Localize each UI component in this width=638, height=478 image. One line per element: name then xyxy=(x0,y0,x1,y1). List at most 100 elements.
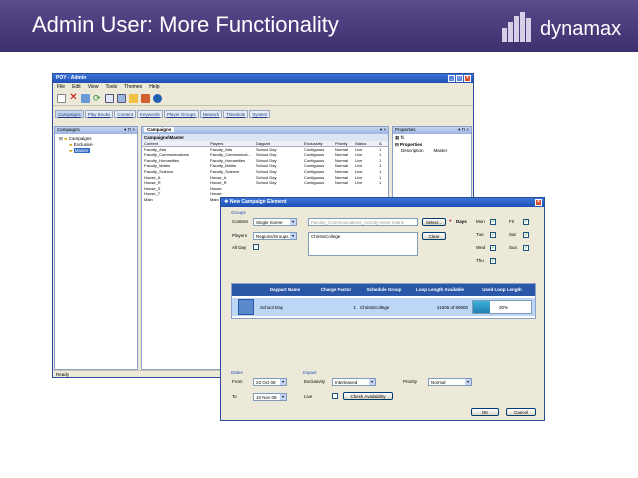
slide-header: Admin User: More Functionality dynamax xyxy=(0,0,638,52)
globe-icon[interactable] xyxy=(153,94,162,103)
dialog-body: Groups Content Single Scene ▾ Faculty_Com… xyxy=(221,207,544,420)
refresh-icon[interactable]: ⟳ xyxy=(93,94,102,103)
select-button[interactable]: Select... xyxy=(422,218,446,226)
minimize-icon[interactable]: _ xyxy=(448,75,455,82)
th-loop-available[interactable]: Loop Length Available xyxy=(409,284,471,296)
day-checkbox-sun[interactable]: ✓ xyxy=(523,245,529,251)
chevron-down-icon: ▾ xyxy=(369,379,375,385)
photo-icon[interactable] xyxy=(141,94,150,103)
window-icon[interactable] xyxy=(105,94,114,103)
days-label: Days xyxy=(456,219,467,224)
folder-icon: ▰ xyxy=(69,142,73,147)
calendar-icon xyxy=(238,299,254,315)
menu-themes[interactable]: Themes xyxy=(124,84,142,91)
day-checkbox-mon[interactable]: ✓ xyxy=(490,219,496,225)
content-value-field[interactable]: Faculty_Communications_Activity event ma… xyxy=(308,218,418,226)
menu-view[interactable]: View xyxy=(88,84,99,91)
menu-edit[interactable]: Edit xyxy=(72,84,81,91)
cell-schedule: ChristsCollege xyxy=(360,305,390,310)
pin-icon[interactable]: ▾ ⊓ × xyxy=(124,127,135,133)
close-icon[interactable]: × xyxy=(464,75,471,82)
folder-icon: ▰ xyxy=(69,148,73,153)
menu-tools[interactable]: Tools xyxy=(105,84,117,91)
monitor-icon[interactable] xyxy=(117,94,126,103)
day-label-fri: Fri xyxy=(509,219,515,224)
tab-content[interactable]: Content xyxy=(114,110,137,118)
properties-header: Properties ▾ ⊓ × xyxy=(393,127,471,134)
exclusivity-label: Exclusivity xyxy=(304,379,326,384)
tab-campaigns[interactable]: Campaigns xyxy=(55,110,84,118)
main-titlebar[interactable]: POY - Admin _ □ × xyxy=(53,74,473,83)
day-checkbox-wed[interactable]: ✓ xyxy=(490,245,496,251)
from-date-picker[interactable]: 23 Oct 09 ▾ xyxy=(253,378,287,386)
properties-row[interactable]: Description Master xyxy=(393,148,471,153)
tab-player-groups[interactable]: Player Groups xyxy=(163,110,199,118)
grid-path: Campaigns\Master xyxy=(142,134,388,141)
chevron-down-icon: ▾ xyxy=(465,379,471,385)
used-loop-bar: 30% xyxy=(472,300,532,314)
tab-keywords[interactable]: Keywords xyxy=(137,110,163,118)
properties-pin-icon[interactable]: ▾ ⊓ × xyxy=(458,127,469,133)
tab-timeslots[interactable]: Timeslots xyxy=(223,110,249,118)
day-label-sun: Sun xyxy=(509,245,518,250)
used-loop-fill xyxy=(473,301,491,313)
clear-button[interactable]: Clear xyxy=(422,232,446,240)
ok-button[interactable]: OK xyxy=(471,408,499,416)
day-checkbox-fri[interactable]: ✓ xyxy=(523,219,529,225)
th-daypart[interactable]: Daypart Name xyxy=(258,284,312,296)
grid-rows: Faculty_Arts Faculty_Arts School Day Contig… xyxy=(142,147,388,203)
chevron-down-icon: ▾ xyxy=(290,219,296,225)
table-row[interactable]: School Day 1 ChristsCollege 41505 of 600… xyxy=(232,298,535,316)
players-list[interactable]: ChristsCollege xyxy=(308,232,418,256)
to-date-picker[interactable]: 10 Nov 09 ▾ xyxy=(253,393,287,401)
new-icon[interactable] xyxy=(57,94,66,103)
menu-help[interactable]: Help xyxy=(149,84,159,91)
col-exclusivity[interactable]: Exclusivity xyxy=(304,141,335,146)
impact-label: Impact xyxy=(303,370,317,375)
col-players[interactable]: Players xyxy=(210,141,256,146)
content-type-select[interactable]: Single Scene ▾ xyxy=(253,218,297,226)
exclusivity-select[interactable]: Interleaved ▾ xyxy=(332,378,376,386)
chevron-down-icon: ▾ xyxy=(280,394,286,400)
cancel-button[interactable]: Cancel xyxy=(506,408,536,416)
th-schedule[interactable]: Schedule Group xyxy=(359,284,409,296)
th-charge[interactable]: Charge Factor xyxy=(314,284,358,296)
check-availability-button[interactable]: Check Availability xyxy=(343,392,393,400)
content-label: Content xyxy=(232,219,248,224)
tab-play-books[interactable]: Play Books xyxy=(84,110,114,118)
grid-panel-header: Campaigns ▾ × xyxy=(142,127,388,134)
maximize-icon[interactable]: □ xyxy=(456,75,463,82)
close-doc-icon[interactable]: ▾ × xyxy=(380,127,386,133)
tree-panel-title: Campaigns xyxy=(57,127,80,132)
allday-checkbox[interactable] xyxy=(253,244,259,250)
tree-node-master[interactable]: ▰ Master xyxy=(59,148,133,154)
chevron-down-icon: ▾ xyxy=(280,379,286,385)
priority-label: Priority xyxy=(403,379,418,384)
menu-file[interactable]: File xyxy=(57,84,65,91)
delete-icon[interactable]: ✕ xyxy=(69,93,78,103)
tab-system[interactable]: System xyxy=(249,110,271,118)
col-daypart[interactable]: Daypart xyxy=(256,141,304,146)
col-priority[interactable]: Priority xyxy=(335,141,355,146)
tab-network[interactable]: Network xyxy=(199,110,223,118)
dialog-close-icon[interactable]: × xyxy=(535,199,542,206)
dialog-titlebar[interactable]: ❖ New Campaign Element × xyxy=(221,198,544,207)
edit-icon[interactable] xyxy=(81,94,90,103)
day-checkbox-thu[interactable]: ✓ xyxy=(490,258,496,264)
properties-toolbar: ▦ ⇅ xyxy=(395,135,405,140)
priority-select[interactable]: Normal ▾ xyxy=(428,378,472,386)
tab-campaigns-doc[interactable]: Campaigns xyxy=(144,127,175,132)
players-type-select[interactable]: Regions/Groups ▾ xyxy=(253,232,297,240)
from-label: From xyxy=(232,379,243,384)
col-status[interactable]: Status xyxy=(355,141,379,146)
col-a[interactable]: A xyxy=(379,141,385,146)
day-checkbox-sat[interactable]: ✓ xyxy=(523,232,529,238)
tree-panel-header: Campaigns ▾ ⊓ × xyxy=(55,127,137,134)
day-checkbox-tue[interactable]: ✓ xyxy=(490,232,496,238)
image-icon[interactable] xyxy=(129,94,138,103)
table-cell: Main xyxy=(144,196,153,202)
live-checkbox[interactable] xyxy=(332,393,338,399)
window-title: POY - Admin xyxy=(56,75,87,81)
col-content[interactable]: Content xyxy=(142,141,210,146)
th-loop-used[interactable]: Used Loop Length xyxy=(471,284,533,296)
